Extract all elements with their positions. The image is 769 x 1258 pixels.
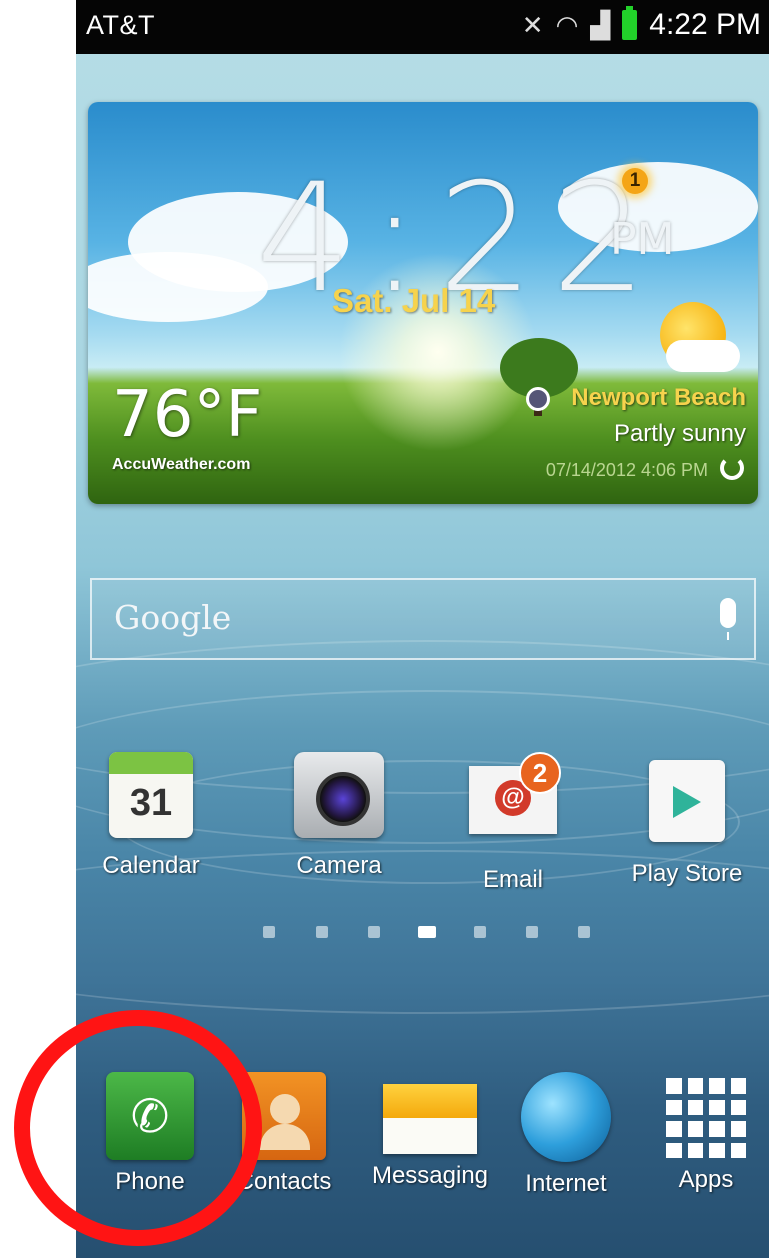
partly-sunny-cloud xyxy=(666,340,740,372)
page-dot[interactable] xyxy=(316,926,328,938)
email-icon: @ 2 xyxy=(467,752,561,858)
app-calendar[interactable]: 31 Calendar xyxy=(76,752,226,880)
google-search-label: Google xyxy=(114,598,232,637)
status-icons: ✕ ◠ ▟ 4:22 PM xyxy=(521,6,761,42)
app-play-store[interactable]: Play Store xyxy=(612,752,762,888)
app-label: Messaging xyxy=(371,1162,489,1189)
page-indicator[interactable] xyxy=(76,926,769,938)
dock-internet[interactable]: Internet xyxy=(492,1072,640,1198)
app-label: Play Store xyxy=(631,860,743,887)
cloud-decoration xyxy=(88,252,268,322)
page-dot[interactable] xyxy=(368,926,380,938)
apps-grid-icon xyxy=(666,1078,746,1158)
app-label: Apps xyxy=(678,1166,734,1193)
page-dot-active[interactable] xyxy=(418,926,436,938)
play-store-icon xyxy=(641,760,733,852)
weather-city: Newport Beach xyxy=(571,384,746,411)
app-label: Camera xyxy=(296,852,382,879)
dock-apps[interactable]: Apps xyxy=(632,1072,769,1194)
app-label: Email xyxy=(482,866,543,893)
weather-alert-badge[interactable]: 1 xyxy=(622,168,648,194)
calendar-icon: 31 xyxy=(105,752,197,844)
weather-condition: Partly sunny xyxy=(613,420,746,447)
app-camera[interactable]: Camera xyxy=(264,752,414,880)
weather-provider: AccuWeather.com xyxy=(112,456,251,473)
signal-icon: ▟ xyxy=(590,9,611,40)
google-search-bar[interactable]: Google xyxy=(90,578,756,660)
app-label: Calendar xyxy=(102,852,200,879)
clock-ampm: PM xyxy=(610,214,675,265)
refresh-icon[interactable] xyxy=(720,456,744,480)
app-email[interactable]: @ 2 Email xyxy=(438,752,588,894)
messaging-icon xyxy=(383,1084,477,1154)
email-unread-badge: 2 xyxy=(519,752,561,794)
page-dot[interactable] xyxy=(474,926,486,938)
dock-messaging[interactable]: Messaging xyxy=(350,1072,510,1190)
page-dot[interactable] xyxy=(578,926,590,938)
location-icon xyxy=(526,387,550,411)
camera-icon xyxy=(293,752,385,844)
page-dot[interactable] xyxy=(526,926,538,938)
highlight-circle xyxy=(14,1010,262,1246)
page-dot[interactable] xyxy=(263,926,275,938)
app-label: Internet xyxy=(525,1170,607,1197)
carrier-name: AT&T xyxy=(86,10,155,40)
status-time: 4:22 PM xyxy=(649,8,761,41)
calendar-day: 31 xyxy=(129,782,173,824)
battery-icon xyxy=(622,6,638,40)
weather-clock-widget[interactable]: 4:22 PM 1 Sat. Jul 14 76°F AccuWeather.c… xyxy=(88,102,758,504)
status-bar: AT&T ✕ ◠ ▟ 4:22 PM xyxy=(76,0,769,54)
mute-icon: ✕ xyxy=(521,9,544,40)
microphone-icon[interactable] xyxy=(720,598,736,640)
weather-updated: 07/14/2012 4:06 PM xyxy=(545,460,708,480)
temperature: 76°F xyxy=(112,378,263,452)
clock-date: Sat. Jul 14 xyxy=(332,282,496,319)
wifi-icon: ◠ xyxy=(555,9,579,40)
internet-icon xyxy=(521,1072,611,1162)
